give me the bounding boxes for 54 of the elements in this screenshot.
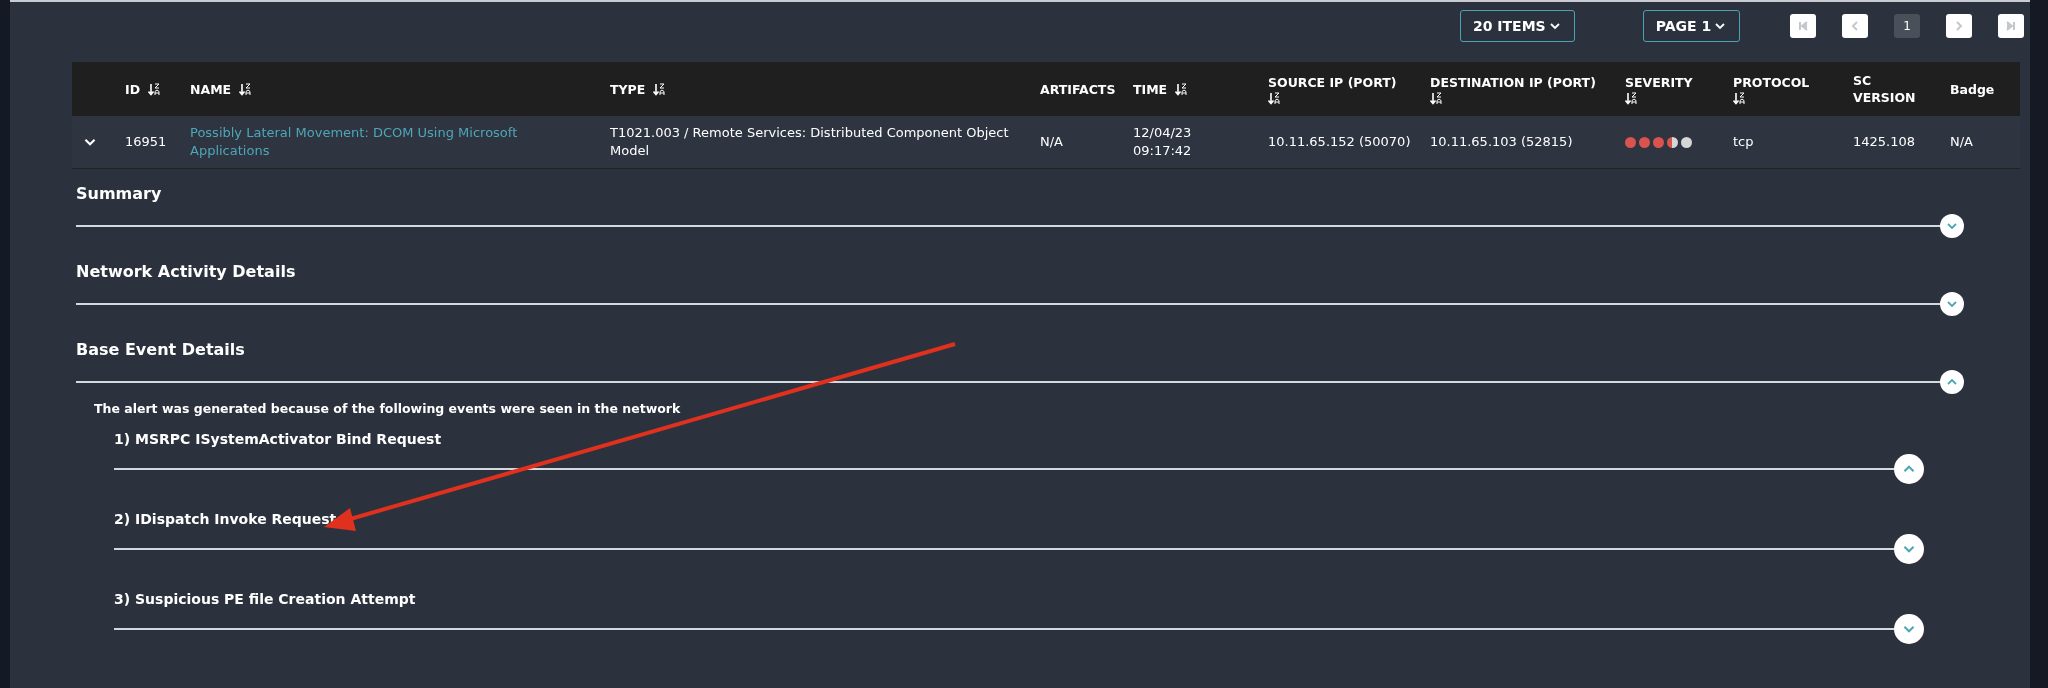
column-header: SEVERITY — [1625, 73, 1693, 91]
table-cell: N/A — [1950, 134, 1973, 149]
severity-dot — [1681, 136, 1692, 148]
section-toggle[interactable] — [1940, 370, 1964, 394]
event-toggle[interactable] — [1894, 534, 1924, 564]
severity-dot — [1625, 136, 1636, 148]
severity-dot — [1667, 136, 1678, 148]
section-toggle[interactable] — [1940, 292, 1964, 316]
column-header: SC VERSION — [1853, 72, 1917, 106]
section-title: Summary — [76, 183, 163, 205]
column-header: ID — [125, 80, 141, 98]
column-header: ARTIFACTS — [1040, 80, 1116, 98]
table-cell: N/A — [1040, 134, 1063, 149]
next-page-button[interactable] — [1946, 14, 1973, 38]
sort-icon[interactable] — [1175, 82, 1188, 96]
column-header: SOURCE IP (PORT) — [1268, 73, 1397, 91]
column-header: NAME — [190, 80, 232, 98]
section-title: Base Event Details — [76, 339, 246, 361]
event-title: 3) Suspicious PE file Creation Attempt — [114, 590, 417, 609]
alert-name-link[interactable]: Possibly Lateral Movement: DCOM Using Microsoft Applications — [190, 124, 540, 160]
event-toggle[interactable] — [1894, 454, 1924, 484]
first-page-button[interactable] — [1790, 14, 1817, 38]
sort-icon[interactable] — [1430, 91, 1442, 105]
table-cell: 16951 — [125, 134, 167, 149]
column-header: DESTINATION IP (PORT) — [1430, 73, 1596, 91]
sort-icon[interactable] — [1268, 91, 1280, 105]
table-cell: 12/04/23 09:17:42 — [1133, 125, 1192, 158]
prev-page-button[interactable] — [1842, 14, 1869, 38]
alert-explanation: The alert was generated because of the following events were seen in the network — [94, 401, 682, 416]
severity-dot — [1653, 136, 1664, 148]
table-cell: 1425.108 — [1853, 134, 1916, 149]
column-header: Badge — [1950, 80, 1995, 98]
severity-dot — [1639, 136, 1650, 148]
sort-icon[interactable] — [1733, 91, 1745, 105]
sort-icon[interactable] — [239, 82, 252, 96]
event-title: 1) MSRPC ISystemActivator Bind Request — [114, 430, 443, 449]
sort-icon[interactable] — [1625, 91, 1637, 105]
table-cell: 10.11.65.103 (52815) — [1430, 134, 1573, 149]
event-title: 2) IDispatch Invoke Request — [114, 510, 338, 529]
section-toggle[interactable] — [1940, 214, 1964, 238]
table-cell: T1021.003 / Remote Services: Distributed Component Object Model — [610, 125, 1009, 158]
last-page-button[interactable] — [1998, 14, 2025, 38]
table-cell: 10.11.65.152 (50070) — [1268, 134, 1411, 149]
page-number-button[interactable]: 1 — [1894, 14, 1921, 38]
page-select[interactable]: PAGE 1 — [1642, 10, 1741, 42]
event-toggle[interactable] — [1894, 614, 1924, 644]
section-title: Network Activity Details — [76, 261, 297, 283]
column-header: PROTOCOL — [1733, 73, 1810, 91]
sort-icon[interactable] — [148, 82, 161, 96]
items-per-page-select[interactable]: 20 ITEMS — [1460, 10, 1575, 42]
sort-icon[interactable] — [653, 82, 666, 96]
column-header: TYPE — [610, 80, 646, 98]
column-header: TIME — [1133, 80, 1168, 98]
table-cell: tcp — [1733, 134, 1754, 149]
